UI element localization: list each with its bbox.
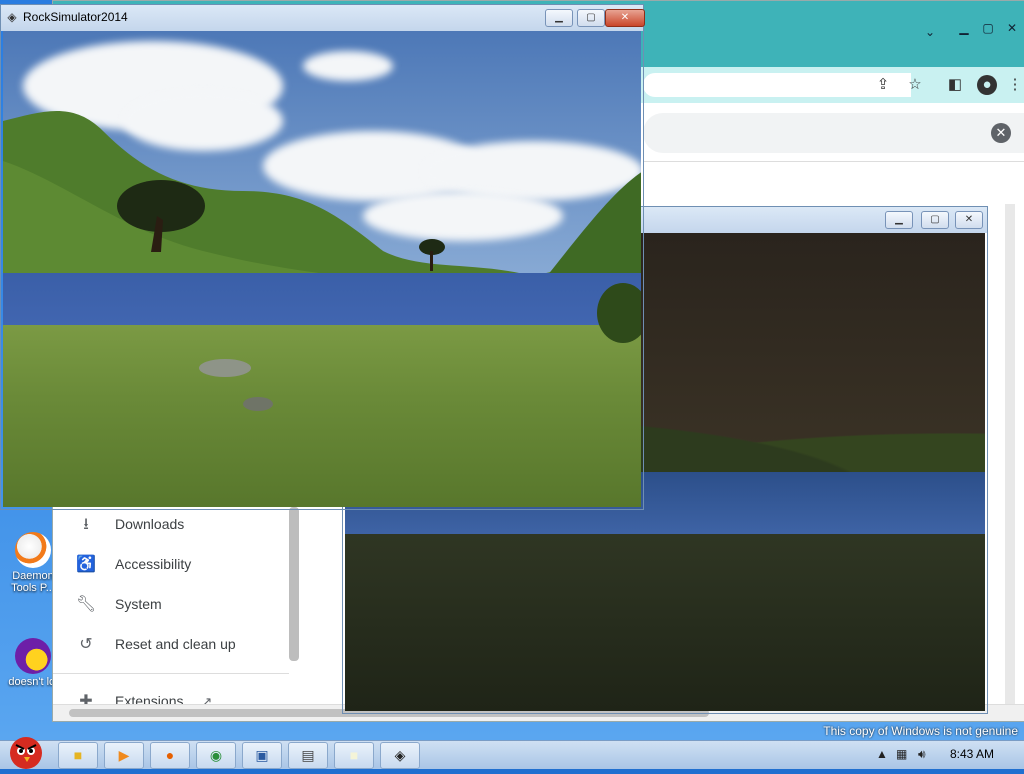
bush-graphic — [597, 283, 641, 343]
network-status-icon[interactable]: ▦ — [896, 747, 907, 761]
minimize-button[interactable]: ▁ — [545, 9, 573, 27]
grass — [3, 325, 641, 507]
sidebar-scrollbar[interactable] — [289, 507, 299, 661]
taskbar-chrome[interactable]: ◉ — [196, 742, 236, 769]
sidebar-item-label: Accessibility — [115, 556, 192, 572]
address-bar[interactable]: ⇪ — [643, 73, 911, 97]
divider — [53, 673, 289, 674]
tree — [113, 176, 209, 256]
close-icon[interactable]: ✕ — [1001, 21, 1023, 35]
cloud — [303, 51, 393, 81]
angry-bird-icon — [10, 737, 42, 769]
bookmark-star-icon[interactable]: ☆ — [905, 75, 925, 95]
share-icon[interactable]: ⇪ — [873, 75, 893, 95]
profile-avatar-icon[interactable]: ● — [977, 75, 997, 95]
history-icon: ↺ — [79, 636, 93, 653]
maximize-icon[interactable]: ▢ — [977, 21, 999, 35]
hills-graphic — [3, 111, 641, 301]
start-button[interactable] — [2, 729, 52, 769]
game-viewport[interactable] — [3, 31, 641, 507]
chevron-down-icon[interactable]: ⌄ — [919, 25, 941, 39]
game-window[interactable]: ◈ RockSimulator2014 ▁ ▢ ✕ — [0, 4, 645, 510]
desktop-icon-label: doesn't lol — [8, 676, 58, 688]
chrome-icon: ◉ — [209, 747, 223, 763]
taskbar: ■ ▶ ● ◉ ▣ ▤ ■ ◈ ▲ ▦ 🔊︎ 8:43 AM — [0, 737, 1024, 769]
system-tray: ▲ ▦ 🔊︎ 8:43 AM — [864, 741, 1024, 769]
windows-watermark: This copy of Windows is not genuine — [823, 724, 1018, 738]
lightning-icon — [15, 532, 51, 568]
rock — [243, 397, 273, 411]
page-scrollbar[interactable] — [1005, 204, 1015, 704]
tree-graphic — [117, 180, 205, 252]
sidebar-item-label: Reset and clean up — [115, 636, 236, 652]
taskbar-explorer[interactable]: ■ — [58, 742, 98, 769]
taskbar-blank-window[interactable]: ■ — [334, 742, 374, 769]
side-panel-icon[interactable]: ◧ — [945, 75, 965, 95]
desktop-icon-label: Daemon Tools P... — [11, 570, 55, 594]
divider — [643, 161, 1024, 162]
wrench-icon: 🔧︎ — [75, 596, 97, 613]
tree-graphic — [419, 239, 445, 271]
unity-icon: ◈ — [394, 747, 406, 763]
unity-logo-icon: ◈ — [7, 10, 17, 24]
download-icon: ⭳ — [83, 516, 89, 533]
desktop-icon-yahoo[interactable]: doesn't lol — [8, 638, 58, 688]
clock[interactable]: 8:43 AM — [950, 747, 994, 761]
sidebar-item-accessibility[interactable]: ♿ Accessibility — [75, 552, 191, 576]
kebab-menu-icon[interactable]: ⋮ — [1005, 75, 1024, 95]
clear-search-icon[interactable]: ✕ — [991, 123, 1011, 143]
volume-icon[interactable]: 🔊︎ — [918, 747, 926, 762]
blank-window-icon: ■ — [349, 747, 359, 763]
taskbar-unity[interactable]: ◈ — [380, 742, 420, 769]
accessibility-icon: ♿ — [76, 556, 96, 573]
taskbar-media-player[interactable]: ▶ — [104, 742, 144, 769]
taskbar-network[interactable]: ▣ — [242, 742, 282, 769]
dark-grass — [345, 534, 985, 711]
tree-small — [417, 237, 447, 273]
sidebar-item-system[interactable]: 🔧︎ System — [75, 592, 162, 616]
media-player-icon: ▶ — [118, 747, 130, 763]
sidebar-item-reset[interactable]: ↺ Reset and clean up — [75, 632, 236, 656]
taskbar-calendar[interactable]: ▤ — [288, 742, 328, 769]
calendar-icon: ▤ — [301, 747, 315, 763]
firefox-icon: ● — [165, 747, 175, 763]
rock — [199, 359, 251, 377]
sidebar-item-label: System — [115, 596, 162, 612]
close-button[interactable]: ✕ — [605, 9, 645, 27]
hills — [3, 101, 641, 301]
sidebar-item-downloads[interactable]: ⭳ Downloads — [75, 512, 184, 536]
close-button[interactable]: ✕ — [955, 211, 983, 229]
taskbar-firefox[interactable]: ● — [150, 742, 190, 769]
yahoo-messenger-icon — [15, 638, 51, 674]
settings-search-input[interactable]: ✕ — [643, 113, 1024, 153]
maximize-button[interactable]: ▢ — [577, 9, 605, 27]
network-icon: ▣ — [255, 747, 269, 763]
maximize-button[interactable]: ▢ — [921, 211, 949, 229]
settings-sidebar: ⭳ Downloads ♿ Accessibility 🔧︎ System ↺ Rese… — [53, 507, 293, 710]
minimize-button[interactable]: ▁ — [885, 211, 913, 229]
folder-icon: ■ — [73, 747, 83, 763]
sidebar-item-label: Downloads — [115, 516, 185, 532]
window-title: RockSimulator2014 — [23, 10, 128, 24]
show-hidden-icons-icon[interactable]: ▲ — [876, 747, 888, 761]
desktop-icon-daemon-tools[interactable]: Daemon Tools P... — [8, 532, 58, 594]
title-bar[interactable]: ◈ RockSimulator2014 ▁ ▢ ✕ — [1, 5, 645, 31]
bush — [593, 283, 641, 353]
minimize-icon[interactable]: ▁ — [953, 21, 975, 35]
